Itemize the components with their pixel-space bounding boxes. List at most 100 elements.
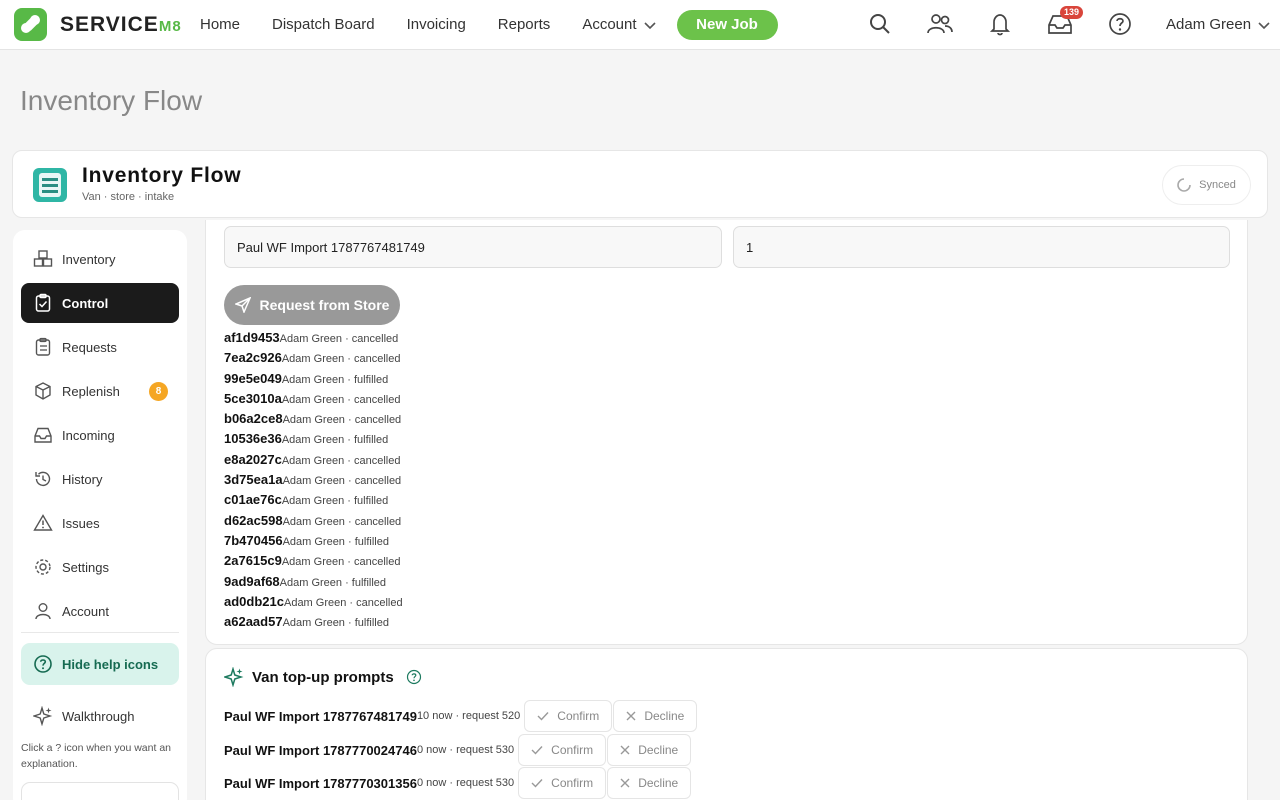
sidebar-item-settings[interactable]: Settings	[21, 547, 179, 587]
sync-status-label: Synced	[1199, 179, 1236, 191]
request-id: a62aad57	[224, 614, 283, 630]
request-from-store-label: Request from Store	[259, 297, 390, 313]
sidebar-item-label: History	[62, 471, 103, 487]
request-meta: Adam Green · fulfilled	[281, 495, 389, 508]
quantity-field[interactable]: 1	[733, 226, 1230, 268]
confirm-label: Confirm	[551, 743, 594, 757]
list-item[interactable]: 10536e36Adam Green · fulfilled	[224, 429, 403, 449]
van-top-up-prompts-panel: Van top-up prompts Paul WF Import 178776…	[205, 648, 1248, 800]
sparkle-icon	[33, 706, 53, 726]
chevron-down-icon	[1258, 21, 1270, 29]
list-item[interactable]: c01ae76cAdam Green · fulfilled	[224, 490, 403, 510]
list-item[interactable]: af1d9453Adam Green · cancelled	[224, 328, 403, 348]
brand-logo[interactable]: SERVICEM8	[14, 8, 200, 41]
prompt-item-name: Paul WF Import 1787770024746	[224, 742, 417, 758]
item-field[interactable]: Paul WF Import 1787767481749	[224, 226, 722, 268]
request-from-store-button[interactable]: Request from Store	[224, 285, 400, 325]
sidebar-item-inventory[interactable]: Inventory	[21, 239, 179, 279]
sidebar-item-issues[interactable]: Issues	[21, 503, 179, 543]
list-item[interactable]: e8a2027cAdam Green · cancelled	[224, 450, 403, 470]
sidebar-item-control[interactable]: Control	[21, 283, 179, 323]
request-id: c01ae76c	[224, 492, 282, 508]
list-item[interactable]: 2a7615c9Adam Green · cancelled	[224, 551, 403, 571]
request-meta: Adam Green · fulfilled	[281, 434, 389, 447]
request-id: 99e5e049	[224, 370, 282, 386]
confirm-button[interactable]: Confirm	[518, 767, 607, 799]
prompt-row: Paul WF Import 1787770301356 0 now · req…	[224, 767, 692, 799]
nav-link-dispatch-board[interactable]: Dispatch Board	[272, 16, 375, 33]
send-icon	[234, 297, 251, 313]
sidebar-item-requests[interactable]: Requests	[21, 327, 179, 367]
request-id: 10536e36	[224, 431, 282, 447]
new-job-button[interactable]: New Job	[676, 9, 778, 40]
list-item[interactable]: 7ea2c926Adam Green · cancelled	[224, 348, 403, 368]
boxes-icon	[33, 249, 53, 269]
request-meta: Adam Green · fulfilled	[282, 617, 389, 630]
confirm-label: Confirm	[551, 776, 594, 790]
sidebar-item-label: Issues	[62, 515, 100, 531]
request-id: e8a2027c	[224, 451, 282, 467]
user-menu[interactable]: Adam Green	[1166, 16, 1271, 33]
confirm-button[interactable]: Confirm	[518, 734, 607, 766]
nav-link-home[interactable]: Home	[200, 16, 240, 33]
list-item[interactable]: a62aad57Adam Green · fulfilled	[224, 612, 403, 632]
close-icon	[620, 778, 630, 788]
help-circle-icon[interactable]	[406, 669, 422, 685]
request-meta: Adam Green · fulfilled	[282, 535, 389, 548]
decline-label: Decline	[644, 709, 685, 723]
decline-button[interactable]: Decline	[613, 700, 698, 732]
app-title: Inventory Flow	[82, 164, 242, 187]
spinner-icon	[1177, 178, 1191, 192]
sidebar-item-incoming[interactable]: Incoming	[21, 415, 179, 455]
user-icon	[33, 601, 53, 621]
decline-button[interactable]: Decline	[607, 734, 692, 766]
request-id: 7b470456	[224, 532, 283, 548]
walkthrough-button[interactable]: Walkthrough	[21, 696, 179, 736]
nav-account-menu[interactable]: Account	[582, 16, 656, 33]
hide-help-icons-button[interactable]: Hide help icons	[21, 643, 179, 685]
help-button[interactable]	[1106, 10, 1134, 38]
list-item[interactable]: d62ac598Adam Green · cancelled	[224, 511, 403, 531]
sidebar-extra-item[interactable]	[21, 782, 179, 800]
list-item[interactable]: 9ad9af68Adam Green · fulfilled	[224, 572, 403, 592]
list-item[interactable]: ad0db21cAdam Green · cancelled	[224, 592, 403, 612]
sidebar-item-label: Inventory	[62, 251, 116, 267]
check-icon	[531, 778, 543, 788]
nav-icon-group: 139	[866, 6, 1166, 38]
decline-button[interactable]: Decline	[607, 767, 692, 799]
sidebar-item-replenish[interactable]: Replenish 8	[21, 371, 179, 411]
prompt-item-name: Paul WF Import 1787767481749	[224, 708, 417, 724]
notifications-button[interactable]	[986, 10, 1014, 38]
walkthrough-label: Walkthrough	[62, 708, 135, 724]
sidebar-item-account[interactable]: Account	[21, 591, 179, 631]
request-id: b06a2ce8	[224, 411, 283, 427]
list-item[interactable]: b06a2ce8Adam Green · cancelled	[224, 409, 403, 429]
close-icon	[626, 711, 636, 721]
replenish-count-badge: 8	[149, 382, 168, 401]
list-item[interactable]: 99e5e049Adam Green · fulfilled	[224, 369, 403, 389]
servicem8-logo-icon	[14, 8, 47, 41]
sidebar-divider	[21, 632, 179, 633]
request-id: ad0db21c	[224, 593, 284, 609]
inbox-button[interactable]: 139	[1046, 6, 1084, 38]
list-item[interactable]: 7b470456Adam Green · fulfilled	[224, 531, 403, 551]
nav-link-invoicing[interactable]: Invoicing	[407, 16, 466, 33]
request-meta: Adam Green · fulfilled	[279, 576, 387, 589]
sidebar-item-label: Incoming	[62, 427, 115, 443]
request-meta: Adam Green · cancelled	[281, 393, 401, 406]
gear-icon	[33, 557, 53, 577]
inventory-app-icon	[33, 168, 67, 202]
request-id: 7ea2c926	[224, 350, 282, 366]
decline-label: Decline	[638, 776, 679, 790]
request-id: d62ac598	[224, 512, 283, 528]
request-list: af1d9453Adam Green · cancelled 7ea2c926A…	[224, 328, 403, 632]
request-meta: Adam Green · cancelled	[279, 333, 399, 345]
search-button[interactable]	[866, 10, 894, 38]
prompt-row: Paul WF Import 1787767481749 10 now · re…	[224, 700, 698, 732]
list-item[interactable]: 3d75ea1aAdam Green · cancelled	[224, 470, 403, 490]
sidebar-item-history[interactable]: History	[21, 459, 179, 499]
team-button[interactable]	[926, 10, 954, 38]
nav-link-reports[interactable]: Reports	[498, 16, 551, 33]
list-item[interactable]: 5ce3010aAdam Green · cancelled	[224, 389, 403, 409]
confirm-button[interactable]: Confirm	[524, 700, 613, 732]
